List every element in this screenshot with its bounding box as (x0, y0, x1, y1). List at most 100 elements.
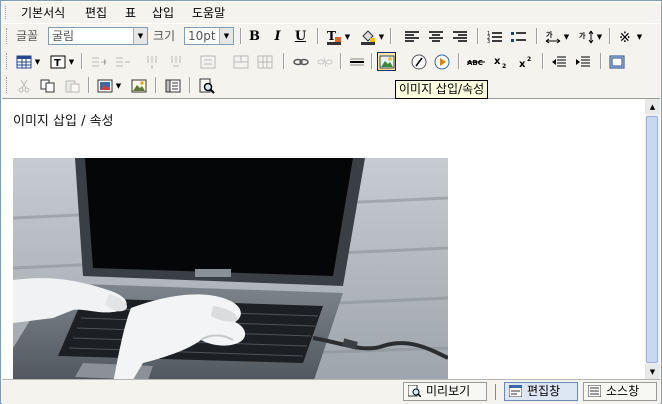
chevron-down-icon[interactable]: ▼ (636, 27, 643, 46)
unlink-button[interactable] (315, 52, 334, 71)
menu-insert[interactable]: 삽입 (149, 5, 177, 21)
mode-bar: 미리보기 편집창 소스창 (2, 379, 660, 404)
font-select[interactable]: 굴림 ▼ (48, 27, 148, 45)
indent-button[interactable] (573, 52, 592, 71)
outdent-button[interactable] (549, 52, 568, 71)
chevron-down-icon[interactable]: ▼ (115, 76, 122, 95)
special-char-icon: ※ (619, 30, 631, 45)
menu-help[interactable]: 도움말 (189, 5, 228, 21)
svg-text:x: x (519, 59, 526, 69)
align-center-icon (428, 30, 443, 42)
superscript-button[interactable]: x2 (516, 52, 535, 71)
scroll-down-icon[interactable]: ▼ (645, 364, 660, 379)
chevron-down-icon[interactable]: ▼ (596, 27, 603, 46)
delete-row-icon (115, 57, 130, 66)
flash-icon (411, 54, 426, 69)
image-gallery-button[interactable] (95, 76, 114, 95)
insert-row-button[interactable] (89, 52, 108, 71)
chevron-down-icon[interactable]: ▼ (68, 52, 75, 71)
chevron-down-icon[interactable]: ▼ (378, 27, 385, 46)
menu-bar: 기본서식 편집 표 삽입 도움말 (2, 2, 660, 23)
background-image-button[interactable] (129, 76, 148, 95)
separator (81, 53, 83, 69)
cut-button[interactable] (14, 76, 33, 95)
strikethrough-button[interactable]: ABC (466, 52, 485, 71)
table-button[interactable] (14, 52, 33, 71)
subscript-button[interactable]: x2 (491, 52, 510, 71)
source-window-icon (588, 385, 601, 397)
page-props-button[interactable] (163, 76, 182, 95)
merge-cells-icon (233, 55, 248, 68)
merge-cells-button[interactable] (231, 52, 250, 71)
separator (240, 28, 242, 44)
menu-table[interactable]: 표 (122, 5, 139, 21)
align-center-button[interactable] (426, 27, 445, 46)
chevron-down-icon[interactable]: ▼ (34, 52, 41, 71)
italic-button[interactable]: I (268, 27, 287, 46)
vertical-scrollbar[interactable]: ▲ ▼ (645, 98, 660, 379)
insert-image-button[interactable] (377, 52, 396, 71)
underline-button[interactable]: U (291, 27, 310, 46)
size-select[interactable]: 10pt ▼ (184, 27, 234, 45)
horizontal-rule-button[interactable] (347, 52, 366, 71)
separator (458, 53, 460, 69)
chevron-down-icon[interactable]: ▼ (563, 27, 570, 46)
link-button[interactable] (291, 52, 310, 71)
align-right-button[interactable] (450, 27, 469, 46)
separator (189, 77, 191, 93)
svg-text:3: 3 (487, 39, 490, 44)
source-mode-label: 소스창 (606, 384, 640, 398)
ordered-list-icon: 123 (487, 31, 502, 44)
copy-button[interactable] (38, 76, 57, 95)
bold-label: B (249, 29, 260, 44)
source-mode-button[interactable]: 소스창 (583, 382, 657, 401)
insert-row-icon (91, 57, 107, 66)
chevron-down-icon[interactable]: ▼ (219, 28, 233, 44)
fullscreen-button[interactable] (607, 52, 626, 71)
copy-icon (40, 79, 54, 92)
special-char-button[interactable]: ※ (616, 27, 635, 46)
menu-format[interactable]: 기본서식 (18, 5, 68, 21)
bullet-list-button[interactable] (509, 27, 528, 46)
edit-mode-button[interactable]: 편집창 (504, 382, 578, 401)
delete-col-button[interactable] (167, 52, 186, 71)
text-box-button[interactable]: T (48, 52, 67, 71)
separator (542, 53, 544, 69)
bg-color-button[interactable] (358, 27, 377, 46)
bold-button[interactable]: B (245, 27, 264, 46)
scrollbar-thumb[interactable] (646, 116, 658, 363)
media-button[interactable] (432, 52, 451, 71)
paste-button[interactable] (62, 76, 81, 95)
underline-label: U (294, 29, 307, 44)
split-cells-icon (257, 55, 272, 68)
menu-edit[interactable]: 편집 (82, 5, 110, 21)
separator (600, 53, 602, 69)
strikethrough-icon: ABC (466, 59, 485, 67)
laptop-photo[interactable] (13, 158, 448, 380)
separator (340, 53, 342, 69)
insert-col-button[interactable] (143, 52, 162, 71)
media-play-icon (434, 54, 449, 69)
delete-row-button[interactable] (113, 52, 132, 71)
flash-button[interactable] (409, 52, 428, 71)
letter-spacing-icon: 가 (545, 30, 560, 43)
link-icon (292, 58, 309, 65)
text-box-icon: T (50, 55, 65, 69)
editor-area[interactable]: 이미지 삽입 / 속성 (2, 98, 645, 380)
toolbar-edit: ▼ (2, 73, 660, 98)
toolbar-grip (6, 28, 9, 44)
chevron-down-icon[interactable]: ▼ (133, 28, 147, 44)
window-icon (609, 55, 624, 68)
italic-label: I (274, 29, 281, 44)
scroll-up-icon[interactable]: ▲ (645, 99, 660, 114)
split-cells-button[interactable] (255, 52, 274, 71)
preview-button[interactable]: 미리보기 (403, 382, 487, 401)
table-props-button[interactable] (198, 52, 217, 71)
chevron-down-icon[interactable]: ▼ (344, 27, 351, 46)
align-left-button[interactable] (402, 27, 421, 46)
print-preview-button[interactable] (197, 76, 216, 95)
ordered-list-button[interactable]: 123 (485, 27, 504, 46)
font-color-button[interactable]: T (324, 27, 343, 46)
letter-spacing-button[interactable]: 가 (543, 27, 562, 46)
line-height-button[interactable]: 가 (576, 27, 595, 46)
